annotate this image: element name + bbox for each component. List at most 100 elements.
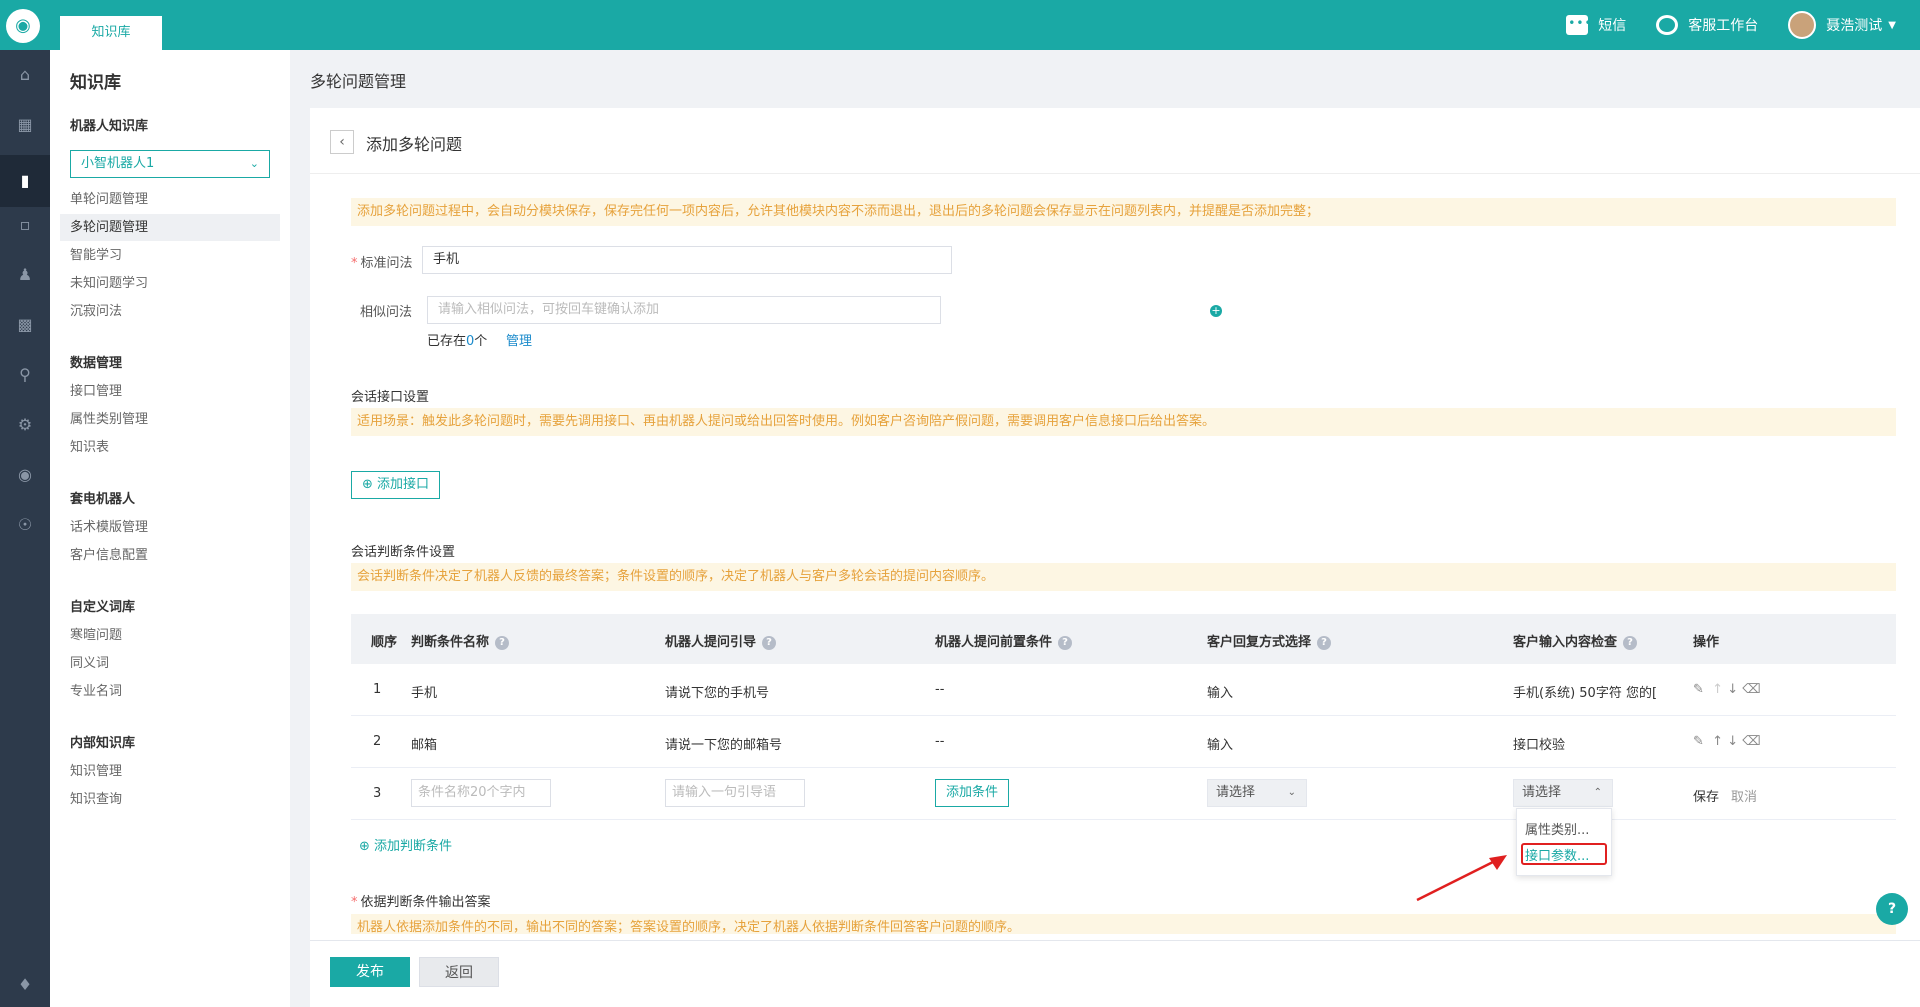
help-icon[interactable]: ? [762, 635, 777, 650]
sidebar-item-knowledge-manage[interactable]: 知识管理 [60, 758, 280, 785]
chat-icon[interactable]: ▫ [15, 215, 35, 235]
sidebar-item-knowledge-query[interactable]: 知识查询 [60, 786, 280, 813]
user-name: 聂浩测试 [1826, 18, 1883, 34]
sidebar: 知识库 机器人知识库 小智机器人1 ⌄ 单轮问题管理 多轮问题管理 智能学习 未… [50, 50, 290, 1007]
help-icon[interactable]: ? [1623, 635, 1638, 650]
sidebar-item-terms[interactable]: 专业名词 [60, 678, 280, 705]
notice-conditions: 会话判断条件决定了机器人反馈的最终答案；条件设置的顺序，决定了机器人与客户多轮会… [351, 563, 1896, 591]
sidebar-section-data: 数据管理 [70, 356, 123, 371]
sidebar-item-smart-learning[interactable]: 智能学习 [60, 242, 280, 269]
card-title: 添加多轮问题 [366, 135, 463, 154]
cell-precondition: -- [935, 734, 945, 749]
cell-guide: 请说下您的手机号 [665, 686, 770, 701]
reply-select[interactable]: 请选择 ⌄ [1207, 779, 1307, 807]
arrow-up-icon[interactable]: ↑ [1712, 682, 1723, 697]
cube-icon[interactable]: ◉ [15, 465, 35, 485]
th-reply: 客户回复方式选择? [1207, 631, 1332, 650]
sidebar-title: 知识库 [70, 73, 121, 93]
guide-input[interactable]: 请输入一句引导语 [665, 779, 805, 807]
annotation-arrow-icon [1416, 855, 1507, 902]
dropdown-option-interface-param[interactable]: 接口参数... [1525, 845, 1589, 864]
cell-reply: 输入 [1207, 686, 1234, 701]
workbench-button[interactable]: 客服工作台 [1656, 15, 1758, 35]
sidebar-item-greetings[interactable]: 寒暄问题 [60, 622, 280, 649]
robot-select[interactable]: 小智机器人1 ⌄ [70, 150, 270, 178]
cell-check: 手机(系统) 50字符 您的[ [1513, 686, 1658, 701]
condition-name-input[interactable]: 条件名称20个字内 [411, 779, 551, 807]
help-icon[interactable]: ? [1058, 635, 1073, 650]
app-logo-icon[interactable]: ◉ [6, 9, 40, 43]
help-icon[interactable]: ? [1317, 635, 1332, 650]
sms-button[interactable]: 短信 [1566, 15, 1626, 35]
standard-question-input[interactable]: 手机 [422, 246, 952, 274]
sidebar-section-custom-lexicon: 自定义词库 [70, 600, 136, 615]
sidebar-item-customer-info[interactable]: 客户信息配置 [60, 542, 280, 569]
users-icon[interactable]: ♟ [15, 265, 35, 285]
exist-count: 已存在0个 [427, 334, 488, 349]
edit-icon[interactable]: ✎ [1693, 682, 1704, 697]
th-guide: 机器人提问引导? [665, 631, 777, 650]
table-row: 1 手机 请说下您的手机号 -- 输入 手机(系统) 50字符 您的[ ✎ ↑ … [351, 664, 1896, 716]
edit-icon[interactable]: ✎ [1693, 734, 1704, 749]
manage-link[interactable]: 管理 [506, 330, 532, 349]
check-select[interactable]: 请选择 ⌃ [1513, 779, 1613, 807]
save-link[interactable]: 保存 [1693, 786, 1719, 805]
sidebar-item-multi-turn[interactable]: 多轮问题管理 [60, 214, 280, 241]
gear-icon[interactable]: ⚙ [15, 415, 35, 435]
add-interface-button[interactable]: ⊕ 添加接口 [351, 471, 441, 499]
user-circle-icon[interactable]: ☉ [15, 515, 35, 535]
sidebar-item-silent-questions[interactable]: 沉寂问法 [60, 298, 280, 325]
sidebar-item-script-template[interactable]: 话术模版管理 [60, 514, 280, 541]
cancel-link[interactable]: 取消 [1731, 786, 1757, 805]
back-arrow-icon[interactable]: ‹ [330, 130, 354, 154]
dropdown-option-attribute[interactable]: 属性类别... [1525, 819, 1589, 838]
home-icon[interactable]: ⌂ [15, 65, 35, 85]
arrow-up-icon[interactable]: ↑ [1712, 734, 1723, 749]
sidebar-item-knowledge-table[interactable]: 知识表 [60, 434, 280, 461]
cell-guide: 请说一下您的邮箱号 [665, 738, 783, 753]
plus-circle-icon: ⊕ [362, 477, 378, 492]
user-menu[interactable]: 聂浩测试 ▼ [1788, 11, 1896, 39]
help-float-button[interactable]: ? [1876, 893, 1908, 925]
sidebar-item-interface[interactable]: 接口管理 [60, 378, 280, 405]
notice-autosave: 添加多轮问题过程中，会自动分模块保存，保存完任何一项内容后，允许其他模块内容不添… [351, 198, 1896, 226]
table-row-new: 3 条件名称20个字内 请输入一句引导语 添加条件 请选择 ⌄ 请选择 ⌃ 保存 取… [351, 768, 1896, 820]
sidebar-section-robot-telemarketing: 套电机器人 [70, 492, 136, 507]
sidebar-item-synonyms[interactable]: 同义词 [60, 650, 280, 677]
table-row: 2 邮箱 请说一下您的邮箱号 -- 输入 接口校验 ✎ ↑ ↓ ⌫ [351, 716, 1896, 768]
avatar [1788, 11, 1817, 39]
add-condition-button[interactable]: 添加条件 [935, 779, 1010, 807]
check-select-dropdown: 属性类别... 接口参数... [1516, 808, 1612, 876]
card-header: ‹ 添加多轮问题 [310, 108, 1920, 174]
grid-icon[interactable]: ▦ [15, 115, 35, 135]
chevron-down-icon: ⌄ [249, 157, 259, 170]
chevron-down-icon: ⌄ [1287, 787, 1296, 798]
sidebar-item-single-turn[interactable]: 单轮问题管理 [60, 186, 280, 213]
publish-button[interactable]: 发布 [330, 957, 410, 987]
th-precondition: 机器人提问前置条件? [935, 631, 1073, 650]
workbench-label: 客服工作台 [1688, 18, 1759, 34]
book-icon[interactable]: ▮ [0, 155, 50, 207]
help-icon[interactable]: ? [495, 635, 510, 650]
bell-icon[interactable]: ♦ [15, 975, 35, 995]
cell-order: 3 [373, 786, 382, 801]
tab-knowledge-base[interactable]: 知识库 [60, 16, 162, 50]
add-similar-icon[interactable]: + [1210, 305, 1222, 317]
trash-icon[interactable]: ⌫ [1742, 682, 1760, 697]
chevron-up-icon: ⌃ [1593, 787, 1602, 798]
trash-icon[interactable]: ⌫ [1742, 734, 1760, 749]
chart-icon[interactable]: ▩ [15, 315, 35, 335]
chevron-down-icon: ▼ [1888, 19, 1896, 31]
sidebar-item-attribute[interactable]: 属性类别管理 [60, 406, 280, 433]
sidebar-section-internal: 内部知识库 [70, 736, 136, 751]
back-button[interactable]: 返回 [419, 957, 499, 987]
similar-question-input[interactable]: 请输入相似问法，可按回车键确认添加 [427, 296, 941, 324]
search-icon[interactable]: ⚲ [15, 365, 35, 385]
arrow-down-icon[interactable]: ↓ [1727, 734, 1738, 749]
arrow-down-icon[interactable]: ↓ [1727, 682, 1738, 697]
cell-order: 1 [373, 682, 382, 697]
add-judgment-condition-link[interactable]: ⊕ 添加判断条件 [359, 835, 452, 854]
sidebar-item-unknown-learning[interactable]: 未知问题学习 [60, 270, 280, 297]
interface-section-title: 会话接口设置 [351, 390, 430, 405]
page-title: 多轮问题管理 [310, 72, 407, 91]
